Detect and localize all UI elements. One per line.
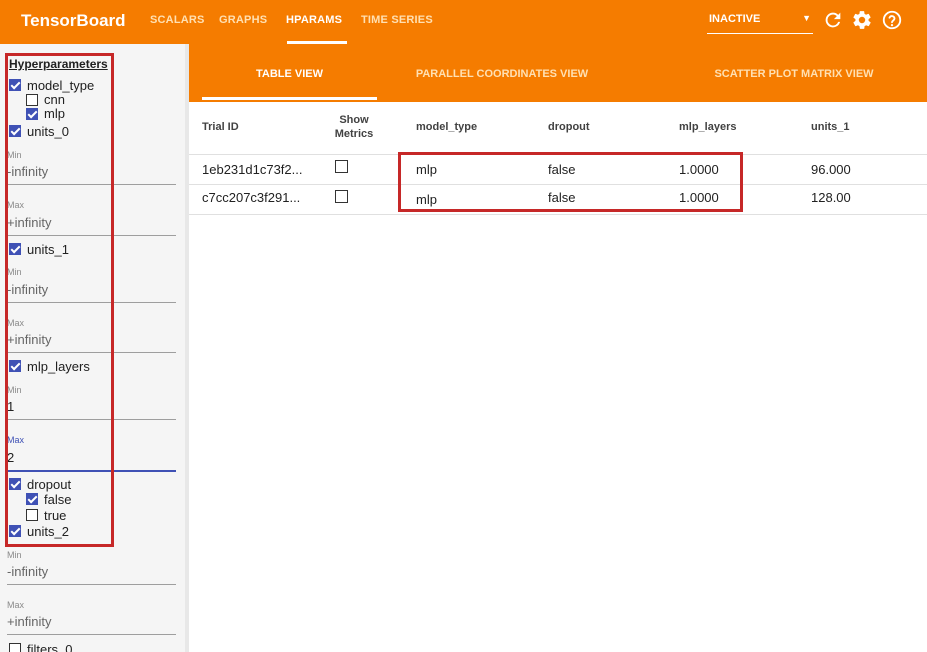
hparam-units-2[interactable]: units_2 [9,523,69,539]
cnn-checkbox[interactable] [26,93,38,106]
hparam-units-1[interactable]: units_1 [9,241,69,257]
trial-id-cell: 1eb231d1c73f2... [202,162,303,177]
model-type-cell: mlp [416,192,437,207]
units-1-checkbox[interactable] [9,243,21,255]
model-type-checkbox[interactable] [9,79,21,91]
table-row[interactable]: 1eb231d1c73f2... mlp false 1.0000 96.000 [189,154,927,185]
view-tabs: TABLE VIEW PARALLEL COORDINATES VIEW SCA… [189,44,927,102]
mlp-layers-min-input[interactable]: 1 [7,399,176,420]
app-bar: TensorBoard SCALARS GRAPHS HPARAMS TIME … [0,0,927,44]
dropout-cell: false [548,162,576,177]
mlp-layers-cell: 1.0000 [679,190,719,205]
model-type-label: model_type [27,77,95,93]
dropout-label: dropout [27,476,72,492]
tab-time-series[interactable]: TIME SERIES [361,14,433,26]
units-1-label: units_1 [27,241,69,257]
units-2-min-label: Min [7,550,22,560]
hparam-filters-0[interactable]: filters_0 [9,641,73,652]
dropout-false-label: false [44,491,72,507]
units-1-max-input[interactable]: +infinity [7,332,176,353]
trial-id-cell: c7cc207c3f291... [202,190,301,205]
mlp-layers-label: mlp_layers [27,358,90,374]
hyperparameters-title: Hyperparameters [9,57,108,71]
col-trial-id[interactable]: Trial ID [202,121,239,133]
mlp-layers-min-label: Min [7,385,22,395]
dropout-cell: false [548,190,576,205]
units-2-min-input[interactable]: -infinity [7,564,176,585]
tab-scalars[interactable]: SCALARS [150,14,205,26]
dropout-option-false[interactable]: false [26,491,72,507]
hparam-units-0[interactable]: units_0 [9,123,69,139]
cnn-label: cnn [44,92,65,107]
hyperparameter-sidebar: Hyperparameters model_type cnn mlp units… [0,44,189,652]
units-0-min-label: Min [7,150,22,160]
col-model-type[interactable]: model_type [416,121,477,133]
model-type-option-mlp[interactable]: mlp [26,106,65,121]
units-2-max-label: Max [7,600,25,610]
tab-hparams[interactable]: HPARAMS [286,14,342,26]
units-2-max-input[interactable]: +infinity [7,614,176,635]
tab-scatter-plot-matrix-view[interactable]: SCATTER PLOT MATRIX VIEW [679,68,909,80]
active-view-indicator [202,97,377,100]
tab-table-view[interactable]: TABLE VIEW [202,68,377,80]
hparam-model-type[interactable]: model_type [9,77,94,93]
units-1-min-label: Min [7,267,22,277]
tab-graphs[interactable]: GRAPHS [219,14,267,26]
dropout-option-true[interactable]: true [26,507,67,523]
units-2-label: units_2 [27,523,69,539]
hparam-dropout[interactable]: dropout [9,476,71,492]
units-1-cell: 96.000 [811,162,851,177]
mlp-label: mlp [44,106,65,121]
filters-0-label: filters_0 [27,641,73,652]
col-show-metrics[interactable]: Show Metrics [334,113,374,141]
dropout-false-checkbox[interactable] [26,493,38,505]
units-1-max-label: Max [7,318,25,328]
dropout-checkbox[interactable] [9,478,21,490]
chevron-down-icon: ▼ [802,13,811,23]
units-0-checkbox[interactable] [9,125,21,137]
refresh-icon[interactable] [822,9,844,31]
hparam-mlp-layers[interactable]: mlp_layers [9,358,90,374]
model-type-cell: mlp [416,162,437,177]
units-1-cell: 128.00 [811,190,851,205]
settings-icon[interactable] [851,9,873,31]
brand-title: TensorBoard [21,11,126,30]
show-metrics-checkbox[interactable] [335,190,348,203]
table-row[interactable]: c7cc207c3f291... mlp false 1.0000 128.00 [189,184,927,215]
mlp-layers-checkbox[interactable] [9,360,21,372]
mlp-layers-max-input[interactable]: 2 [7,450,176,472]
run-status-select[interactable]: INACTIVE ▼ [707,11,813,34]
units-0-max-input[interactable]: +infinity [7,215,176,236]
tab-parallel-coordinates-view[interactable]: PARALLEL COORDINATES VIEW [397,68,607,80]
help-icon[interactable] [881,9,903,31]
units-0-label: units_0 [27,123,69,139]
mlp-layers-max-label: Max [7,435,25,445]
mlp-checkbox[interactable] [26,107,38,120]
col-units-1[interactable]: units_1 [811,121,850,133]
mlp-layers-cell: 1.0000 [679,162,719,177]
run-status-value: INACTIVE [709,13,761,25]
units-2-checkbox[interactable] [9,525,21,537]
filters-0-checkbox[interactable] [9,643,21,652]
dropout-true-label: true [44,507,67,523]
table-header: Trial ID Show Metrics model_type dropout… [189,102,927,155]
units-0-max-label: Max [7,200,25,210]
col-dropout[interactable]: dropout [548,121,590,133]
units-0-min-input[interactable]: -infinity [7,164,176,185]
show-metrics-checkbox[interactable] [335,160,348,173]
dropout-true-checkbox[interactable] [26,509,38,521]
units-1-min-input[interactable]: -infinity [7,282,176,303]
model-type-option-cnn[interactable]: cnn [26,92,65,107]
col-mlp-layers[interactable]: mlp_layers [679,121,736,133]
